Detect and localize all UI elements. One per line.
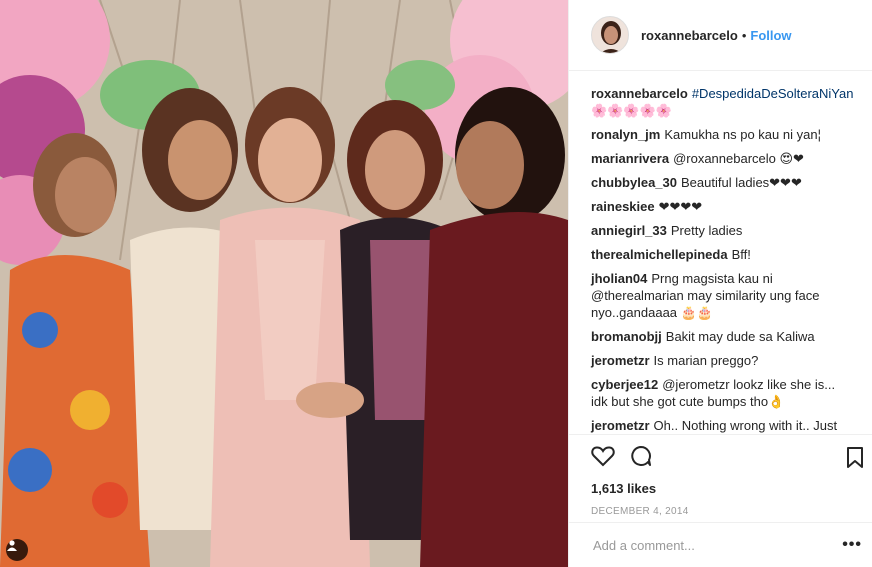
comment-username[interactable]: bromanobjj — [591, 329, 662, 344]
user-tag-icon[interactable] — [6, 539, 28, 561]
comment-item: jerometzr Oh.. Nothing wrong with it.. Ju… — [591, 417, 854, 434]
bookmark-icon[interactable] — [846, 447, 864, 474]
follow-button[interactable]: Follow — [750, 28, 791, 43]
comment-item: jholian04 Prng magsista kau ni @therealma… — [591, 270, 854, 321]
more-options-button[interactable]: ••• — [842, 536, 862, 554]
caption-username[interactable]: roxannebarcelo — [591, 86, 688, 101]
comment-text: @roxannebarcelo 😍❤ — [673, 151, 804, 166]
instagram-post: roxannebarcelo • Follow roxannebarcelo #D… — [0, 0, 872, 567]
post-header: roxannebarcelo • Follow — [569, 0, 872, 71]
comment-username[interactable]: raineskiee — [591, 199, 655, 214]
comment-username[interactable]: ronalyn_jm — [591, 127, 660, 142]
post-sidebar: roxannebarcelo • Follow roxannebarcelo #D… — [568, 0, 872, 567]
comment-username[interactable]: jholian04 — [591, 271, 647, 286]
separator-dot: • — [741, 27, 747, 43]
comment-username[interactable]: marianrivera — [591, 151, 669, 166]
comment-username[interactable]: chubbylea_30 — [591, 175, 677, 190]
comment-text: Bff! — [731, 247, 751, 262]
comment-item: bromanobjj Bakit may dude sa Kaliwa — [591, 328, 854, 345]
comment-item: ronalyn_jm Kamukha ns po kau ni yan¦ — [591, 126, 854, 143]
comment-item: cyberjee12 @jerometzr lookz like she is..… — [591, 376, 854, 410]
action-icons — [591, 443, 856, 473]
comment-container: ronalyn_jm Kamukha ns po kau ni yan¦ maria… — [591, 126, 854, 434]
comment-text: Pretty ladies — [670, 223, 743, 238]
comment-item: chubbylea_30 Beautiful ladies❤❤❤ — [591, 174, 854, 191]
comment-item: marianrivera @roxannebarcelo 😍❤ — [591, 150, 854, 167]
comment-username[interactable]: cyberjee12 — [591, 377, 658, 392]
comment-username[interactable]: jerometzr — [591, 418, 650, 433]
caption: roxannebarcelo #DespedidaDeSolteraNiYan 🌸… — [591, 85, 854, 119]
comment-text: ❤❤❤❤ — [658, 199, 703, 214]
comment-item: anniegirl_33 Pretty ladies — [591, 222, 854, 239]
actions-bar: 1,613 likes DECEMBER 4, 2014 — [569, 434, 872, 522]
like-count[interactable]: 1,613 likes — [591, 481, 856, 496]
comment-item: raineskiee ❤❤❤❤ — [591, 198, 854, 215]
comment-username[interactable]: anniegirl_33 — [591, 223, 667, 238]
comment-text: Kamukha ns po kau ni yan¦ — [664, 127, 821, 142]
heart-icon[interactable] — [591, 445, 615, 472]
author-username[interactable]: roxannebarcelo — [641, 28, 738, 43]
comment-text: Beautiful ladies❤❤❤ — [681, 175, 802, 190]
add-comment-bar: ••• — [569, 522, 872, 567]
comment-item: therealmichellepineda Bff! — [591, 246, 854, 263]
comment-item: jerometzr Is marian preggo? — [591, 352, 854, 369]
post-photo[interactable] — [0, 0, 568, 567]
comment-username[interactable]: therealmichellepineda — [591, 247, 728, 262]
comment-input[interactable] — [591, 536, 843, 554]
comments-list[interactable]: roxannebarcelo #DespedidaDeSolteraNiYan 🌸… — [569, 71, 872, 434]
comment-icon[interactable] — [629, 444, 653, 473]
post-date: DECEMBER 4, 2014 — [591, 506, 689, 517]
comment-text: Bakit may dude sa Kaliwa — [665, 329, 815, 344]
photo-illustration — [0, 0, 568, 567]
comment-text: Is marian preggo? — [653, 353, 759, 368]
comment-username[interactable]: jerometzr — [591, 353, 650, 368]
avatar[interactable] — [591, 16, 629, 54]
